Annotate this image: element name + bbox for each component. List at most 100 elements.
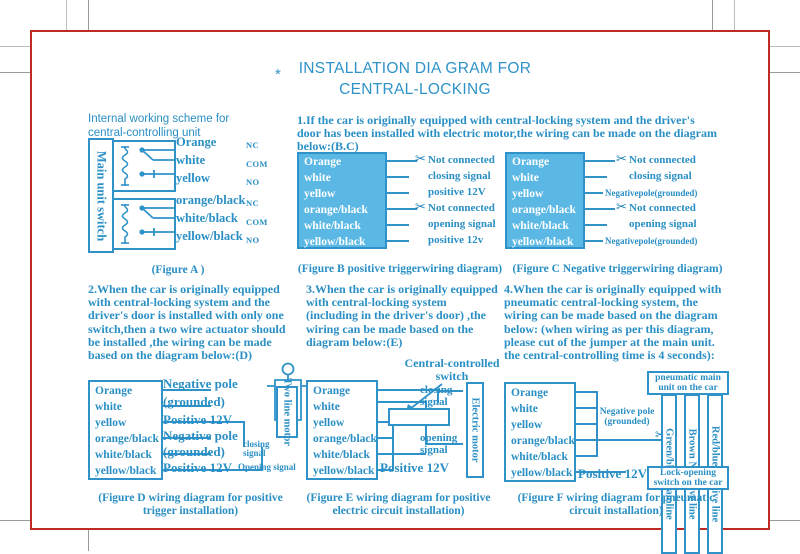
- page-title-line2: CENTRAL-LOCKING: [339, 81, 491, 98]
- figure-a-wire-label: yellow/black: [176, 229, 243, 243]
- figure-b-lead: [387, 240, 409, 242]
- figure-c-caption: (Figure C Negative triggerwiring diagram…: [512, 263, 723, 275]
- main-unit-switch-label: Main unit switch: [94, 150, 109, 241]
- figure-b-signal: closing signal: [428, 170, 491, 182]
- central-controlled-switch-label: Central-controlled switch: [404, 356, 500, 383]
- figure-c-lead: [585, 176, 607, 178]
- figure-b-lead: [387, 224, 409, 226]
- figure-d-label: (grounded): [163, 394, 225, 409]
- section-2-intro: 2.When the car is originally equipped wi…: [88, 282, 286, 363]
- figure-f-positive-label: Positive 12V: [578, 466, 647, 481]
- figure-b-wire-box: Orange white yellow orange/black white/b…: [297, 152, 387, 249]
- figure-b-wire: Orange: [304, 156, 342, 168]
- figure-d-wire: yellow/black: [95, 465, 157, 477]
- figure-b-lead: [387, 192, 409, 194]
- figure-e-wire: orange/black: [313, 433, 377, 445]
- electric-motor-box: Electric motor: [466, 382, 484, 478]
- title-star-icon: *: [275, 66, 282, 83]
- figure-e-lead: [378, 401, 426, 403]
- pneumatic-main-unit-box: pneumatic main unit on the car: [647, 371, 729, 395]
- central-controlled-switch-box: [388, 408, 450, 426]
- scissors-icon: ✂: [415, 152, 426, 167]
- figure-e-lead: [378, 437, 392, 439]
- figure-c-lead: [585, 240, 603, 242]
- figure-d-wire: white/black: [95, 449, 152, 461]
- figure-f-caption: (Figure F wiring diagram for pneumatic c…: [517, 492, 715, 517]
- figure-b-lead: [387, 160, 417, 162]
- figure-a-terminal: NO: [246, 177, 260, 187]
- figure-a-terminal: COM: [246, 217, 268, 227]
- two-line-motor-box: Two line motor: [276, 378, 298, 446]
- relay-upper-contacts-icon: [139, 147, 176, 178]
- figure-e-caption: (Figure E wiring diagram for positive el…: [306, 492, 491, 517]
- relay-upper: [114, 140, 176, 192]
- figure-d-closing-signal: closing signal: [243, 439, 270, 458]
- figure-d-wire: yellow: [95, 417, 127, 429]
- figure-c-wire: Orange: [512, 156, 550, 168]
- figure-d-wire: Orange: [95, 385, 133, 397]
- figure-e-wire: white/black: [313, 449, 370, 461]
- figure-f-lead: [576, 391, 596, 393]
- figure-a-wire-label: white/black: [176, 211, 238, 225]
- figure-c-signal: opening signal: [629, 218, 697, 230]
- figure-a-terminal: COM: [246, 159, 268, 169]
- scissors-icon: ✂: [616, 200, 627, 215]
- figure-d-wire: white: [95, 401, 122, 413]
- figure-a-terminal: NC: [246, 140, 259, 150]
- relay-lower-coil-icon: [121, 204, 129, 244]
- figure-f-wire: yellow/black: [511, 467, 573, 479]
- figure-f-wire: Orange: [511, 387, 549, 399]
- figure-d-wire-box: Orange white yellow orange/black white/b…: [88, 380, 163, 480]
- figure-e-opening-signal: opening signal: [420, 432, 458, 456]
- figure-c-wire: white: [512, 172, 539, 184]
- figure-e-wire: Orange: [313, 385, 351, 397]
- figure-a-wire-label: orange/black: [176, 193, 246, 207]
- figure-e-wire: yellow: [313, 417, 345, 429]
- figure-b-signal: Not connected: [428, 154, 495, 166]
- lock-opening-switch-label: Lock-opening switch on the car: [653, 467, 723, 489]
- figure-f-wire: white: [511, 403, 538, 415]
- figure-b-wire: yellow/black: [304, 236, 366, 248]
- figure-c-wire: orange/black: [512, 204, 576, 216]
- section-4-intro: 4.When the car is originally equipped wi…: [504, 282, 722, 363]
- figure-f-negative-pole-label: Negative pole (grounded): [598, 404, 656, 430]
- figure-d-wire: orange/black: [95, 433, 159, 445]
- figure-a-terminal: NC: [246, 198, 259, 208]
- figure-f-wire: white/black: [511, 451, 568, 463]
- figure-b-signal: positive 12v: [428, 234, 484, 246]
- figure-c-lead: [585, 208, 615, 210]
- figure-c-signal: Negativepole(grounded): [605, 188, 698, 198]
- figure-c-wire: white/black: [512, 220, 569, 232]
- figure-d-label: Negative pole: [163, 428, 238, 443]
- relay-lower: [114, 198, 176, 250]
- figure-b-signal: positive 12V: [428, 186, 486, 198]
- figure-b-wire: white/black: [304, 220, 361, 232]
- figure-c-wire-box: Orange white yellow orange/black white/b…: [505, 152, 585, 249]
- scissors-icon: ✂: [616, 152, 627, 167]
- figure-e-closing-signal: closing signal: [420, 384, 453, 408]
- figure-e-positive-label: Positive 12V: [380, 460, 449, 475]
- figure-d-opening-signal: Opening signal: [238, 462, 296, 472]
- figure-c-wire: yellow: [512, 188, 544, 200]
- figure-f-lead: [576, 407, 596, 409]
- figure-a-caption: (Figure A ): [151, 264, 205, 276]
- figure-d-label: Positive 12V: [163, 412, 232, 427]
- figure-b-signal: Not connected: [428, 202, 495, 214]
- figure-b-signal: opening signal: [428, 218, 496, 230]
- negative-pole-text: Negative pole (grounded): [599, 406, 655, 428]
- figure-e-lead: [378, 453, 426, 455]
- figure-e-wire: white: [313, 401, 340, 413]
- lock-opening-switch-box: Lock-opening switch on the car: [647, 466, 729, 490]
- figure-a-terminal: NO: [246, 235, 260, 245]
- electric-motor-label: Electric motor: [469, 397, 481, 463]
- figure-c-lead: [585, 224, 607, 226]
- page-title-line1: INSTALLATION DIA GRAM FOR: [298, 60, 532, 77]
- pneumatic-main-unit-label: pneumatic main unit on the car: [655, 372, 721, 394]
- figure-b-wire: white: [304, 172, 331, 184]
- figure-e-wire-box: Orange white yellow orange/black white/b…: [306, 380, 378, 480]
- figure-c-wire: yellow/black: [512, 236, 574, 248]
- figure-f-lead: [576, 423, 596, 425]
- section-1-intro: 1.If the car is originally equipped with…: [297, 113, 717, 154]
- figure-c-signal: Not connected: [629, 202, 696, 214]
- figure-d-label: Negative pole: [163, 376, 238, 391]
